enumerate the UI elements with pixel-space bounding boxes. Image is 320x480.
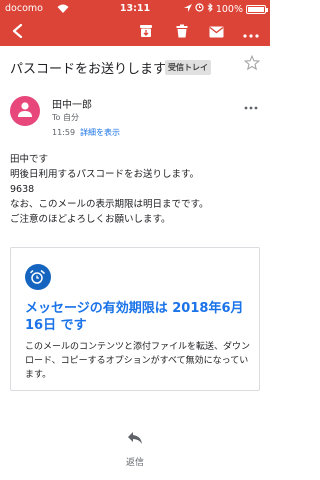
mail-icon <box>209 23 224 42</box>
person-icon <box>16 100 34 122</box>
email-subject: パスコードをお送りします <box>10 62 167 77</box>
expiry-description: このメールのコンテンツと添付ファイルを転送、ダウンロード、コピーするオプションが… <box>25 342 251 380</box>
body-line: 田中です <box>10 154 49 165</box>
subject-row: パスコードをお送りします 受信トレイ <box>0 46 270 86</box>
sender-name: 田中一郎 <box>52 100 92 111</box>
more-button[interactable] <box>238 18 264 46</box>
back-button[interactable] <box>4 18 32 46</box>
battery-icon <box>246 4 268 14</box>
sender-time-row: 11:59 詳細を表示 <box>52 127 120 138</box>
clock-icon <box>25 264 51 290</box>
body-line: 9638 <box>10 184 35 195</box>
reply-button[interactable]: 返信 <box>105 430 165 468</box>
message-more-icon[interactable] <box>244 98 258 114</box>
toolbar <box>0 18 270 46</box>
bluetooth-icon <box>207 2 213 15</box>
trash-icon <box>175 23 189 42</box>
reply-icon <box>127 430 143 449</box>
archive-button[interactable] <box>134 18 158 46</box>
body-line: なお、このメールの表示期限は明日までです。 <box>10 199 209 210</box>
star-icon[interactable] <box>243 54 261 75</box>
recipient-label: To 自分 <box>52 113 79 122</box>
alarm-icon <box>195 3 204 15</box>
expiry-title: メッセージの有効期限は 2018年6月16日 です <box>25 301 244 333</box>
email-body: 田中です 明後日利用するパスコードをお送りします。 9638 なお、このメールの… <box>10 152 265 227</box>
delete-button[interactable] <box>170 18 194 46</box>
more-icon <box>243 23 259 42</box>
status-right: 100% <box>183 2 268 15</box>
show-details-link[interactable]: 詳細を表示 <box>80 128 120 137</box>
battery-percent: 100% <box>215 3 243 15</box>
inbox-label-badge[interactable]: 受信トレイ <box>165 60 211 75</box>
mark-unread-button[interactable] <box>204 18 228 46</box>
archive-icon <box>139 23 153 42</box>
avatar[interactable] <box>10 96 40 126</box>
location-icon <box>183 3 192 15</box>
status-bar: docomo 13:11 100% <box>0 0 270 18</box>
back-arrow-icon <box>11 23 25 42</box>
reply-label: 返信 <box>125 458 144 468</box>
body-line: 明後日利用するパスコードをお送りします。 <box>10 169 200 180</box>
expiry-card: メッセージの有効期限は 2018年6月16日 です このメールのコンテンツと添付… <box>10 247 260 391</box>
body-line: ご注意のほどよろしくお願いします。 <box>10 214 171 225</box>
sent-time: 11:59 <box>52 128 76 137</box>
